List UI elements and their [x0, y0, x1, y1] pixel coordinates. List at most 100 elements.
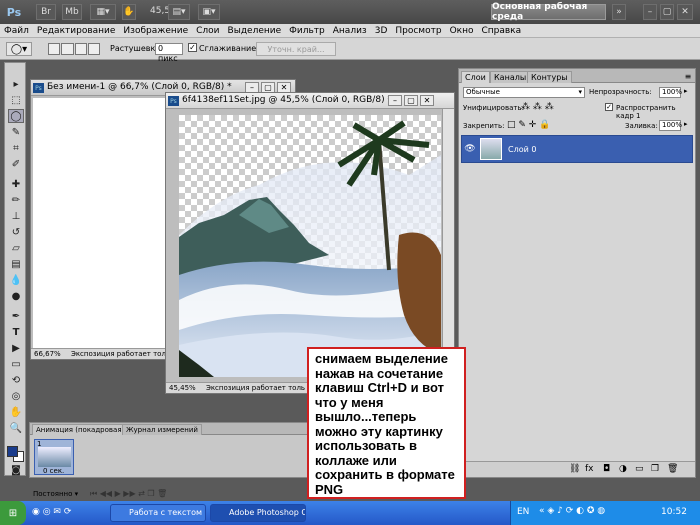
restore-button[interactable]: ▢	[660, 4, 674, 20]
adjustment-layer-icon[interactable]: ◑	[619, 464, 627, 474]
quick-select-tool-icon[interactable]: ✎	[8, 125, 24, 139]
hand-tool-icon[interactable]: ✋	[8, 405, 24, 419]
healing-tool-icon[interactable]: ✚	[8, 177, 24, 191]
mini-bridge-button[interactable]: Mb	[62, 4, 82, 20]
document-2-canvas[interactable]	[179, 115, 441, 377]
visibility-eye-icon[interactable]: 👁	[464, 143, 476, 155]
lasso-tool-icon[interactable]: ◯	[8, 109, 24, 123]
move-tool-icon[interactable]: ▸	[8, 77, 24, 91]
lasso-preset-icon[interactable]: ◯▾	[6, 42, 32, 56]
screen-mode-button[interactable]: ▣▾	[198, 4, 220, 20]
doc2-zoom[interactable]: 45,45%	[166, 384, 196, 392]
tab-paths[interactable]: Контуры	[527, 71, 572, 83]
opacity-label: Непрозрачность:	[589, 88, 652, 96]
foreground-color-swatch[interactable]	[7, 446, 18, 457]
menu-image[interactable]: Изображение	[123, 26, 188, 36]
new-layer-icon[interactable]: ❐	[651, 464, 659, 474]
pen-tool-icon[interactable]: ✒	[8, 309, 24, 323]
tab-animation[interactable]: Анимация (покадровая)	[32, 424, 129, 435]
opacity-arrow-icon[interactable]: ▸	[684, 87, 688, 95]
menu-layers[interactable]: Слои	[196, 26, 219, 36]
vertical-scrollbar[interactable]	[442, 109, 454, 383]
selection-mode-icons[interactable]	[48, 43, 100, 55]
eraser-tool-icon[interactable]: ▱	[8, 241, 24, 255]
quick-mask-icon[interactable]: ◙	[8, 463, 24, 477]
delete-layer-icon[interactable]: 🗑	[667, 464, 678, 474]
layer-name[interactable]: Слой 0	[508, 145, 536, 154]
crop-tool-icon[interactable]: ⌗	[8, 141, 24, 155]
doc2-restore-button[interactable]: ▢	[404, 95, 418, 106]
link-layers-icon[interactable]: ⛓	[569, 464, 580, 474]
refine-edge-button[interactable]: Уточн. край...	[256, 42, 336, 56]
extras-dropdown[interactable]: ▦▾	[90, 4, 116, 20]
propagate-label: Распространить кадр 1	[616, 104, 676, 120]
menu-window[interactable]: Окно	[450, 26, 474, 36]
language-indicator[interactable]: EN	[517, 507, 529, 517]
menu-filter[interactable]: Фильтр	[289, 26, 325, 36]
zoom-hand-icon[interactable]: ✋	[122, 4, 136, 20]
menu-edit[interactable]: Редактирование	[37, 26, 116, 36]
antialias-label: Сглаживание	[199, 44, 257, 53]
doc2-minimize-button[interactable]: –	[388, 95, 402, 106]
menu-file[interactable]: Файл	[4, 26, 29, 36]
frame-delay[interactable]: 0 сек.	[43, 467, 64, 475]
panel-menu-icon[interactable]: ≡	[683, 71, 693, 81]
loop-dropdown[interactable]: Постоянно ▾	[33, 490, 87, 500]
3d-rotate-icon[interactable]: ⟲	[8, 373, 24, 387]
eyedropper-tool-icon[interactable]: ✐	[8, 157, 24, 171]
unify-icons[interactable]: ⁂ ⁂ ⁂	[521, 102, 554, 112]
propagate-checkbox[interactable]: ✓	[605, 103, 613, 111]
doc1-status-text: Экспозиция работает тол	[70, 350, 166, 358]
menu-select[interactable]: Выделение	[228, 26, 282, 36]
document-1-canvas[interactable]	[33, 98, 165, 348]
zoom-tool-icon[interactable]: 🔍	[8, 421, 24, 435]
gradient-tool-icon[interactable]: ▤	[8, 257, 24, 271]
menu-3d[interactable]: 3D	[375, 26, 388, 36]
fill-arrow-icon[interactable]: ▸	[684, 120, 688, 128]
new-group-icon[interactable]: ▭	[635, 464, 644, 474]
doc1-zoom[interactable]: 66,67%	[31, 350, 61, 358]
animation-frame[interactable]: 1 0 сек.	[34, 439, 74, 475]
taskbar-task-photoshop[interactable]: Adobe Photoshop CS...	[210, 504, 306, 522]
annotation-note: снимаем выделение нажав на сочетание кла…	[307, 347, 466, 499]
antialias-checkbox[interactable]: ✓	[188, 43, 197, 52]
layer-mask-icon[interactable]: ◘	[603, 464, 610, 474]
feather-input[interactable]: 0 пикс	[155, 43, 183, 63]
opacity-input[interactable]: 100%	[659, 87, 682, 98]
history-brush-icon[interactable]: ↺	[8, 225, 24, 239]
workspace-button[interactable]: Основная рабочая среда	[491, 2, 606, 22]
shape-tool-icon[interactable]: ▭	[8, 357, 24, 371]
arrange-documents-button[interactable]: ▤▾	[168, 4, 190, 20]
layer-row[interactable]: 👁 Слой 0	[461, 135, 693, 163]
menu-analysis[interactable]: Анализ	[333, 26, 367, 36]
layer-style-icon[interactable]: fx	[585, 464, 594, 474]
dodge-tool-icon[interactable]: ●	[8, 289, 24, 303]
bridge-button[interactable]: Br	[36, 4, 56, 20]
tab-measurement-log[interactable]: Журнал измерений	[122, 424, 202, 435]
tab-layers[interactable]: Слои	[461, 71, 490, 83]
menu-view[interactable]: Просмотр	[395, 26, 441, 36]
tab-channels[interactable]: Каналы	[490, 71, 531, 83]
marquee-tool-icon[interactable]: ⬚	[8, 93, 24, 107]
start-button[interactable]: ⊞	[0, 501, 26, 525]
lock-icons[interactable]: □ ✎ ✛ 🔒	[507, 120, 550, 130]
doc2-close-button[interactable]: ✕	[420, 95, 434, 106]
stamp-tool-icon[interactable]: ⊥	[8, 209, 24, 223]
beach-image	[179, 120, 441, 377]
3d-camera-icon[interactable]: ◎	[8, 389, 24, 403]
workspace-menu-button[interactable]: »	[612, 4, 626, 20]
playback-controls[interactable]: ⏮ ◀◀ ▶ ▶▶ ⇄ ❐ 🗑	[90, 489, 270, 500]
menu-help[interactable]: Справка	[481, 26, 521, 36]
tray-icons[interactable]: « ◈ ♪ ⟳ ◐ ✪ ◍	[539, 506, 605, 516]
system-tray: EN « ◈ ♪ ⟳ ◐ ✪ ◍ 10:52	[510, 501, 700, 525]
fill-input[interactable]: 100%	[659, 120, 682, 131]
path-select-icon[interactable]: ▶	[8, 341, 24, 355]
close-button[interactable]: ✕	[677, 4, 693, 20]
minimize-button[interactable]: –	[643, 4, 657, 20]
brush-tool-icon[interactable]: ✏	[8, 193, 24, 207]
blend-mode-dropdown[interactable]: Обычные ▾	[463, 87, 585, 98]
type-tool-icon[interactable]: T	[8, 325, 24, 339]
taskbar-task-browser[interactable]: Работа с текстом в ...	[110, 504, 206, 522]
quick-launch-icons[interactable]: ◉ ◎ ✉ ⟳	[32, 507, 104, 519]
blur-tool-icon[interactable]: 💧	[8, 273, 24, 287]
